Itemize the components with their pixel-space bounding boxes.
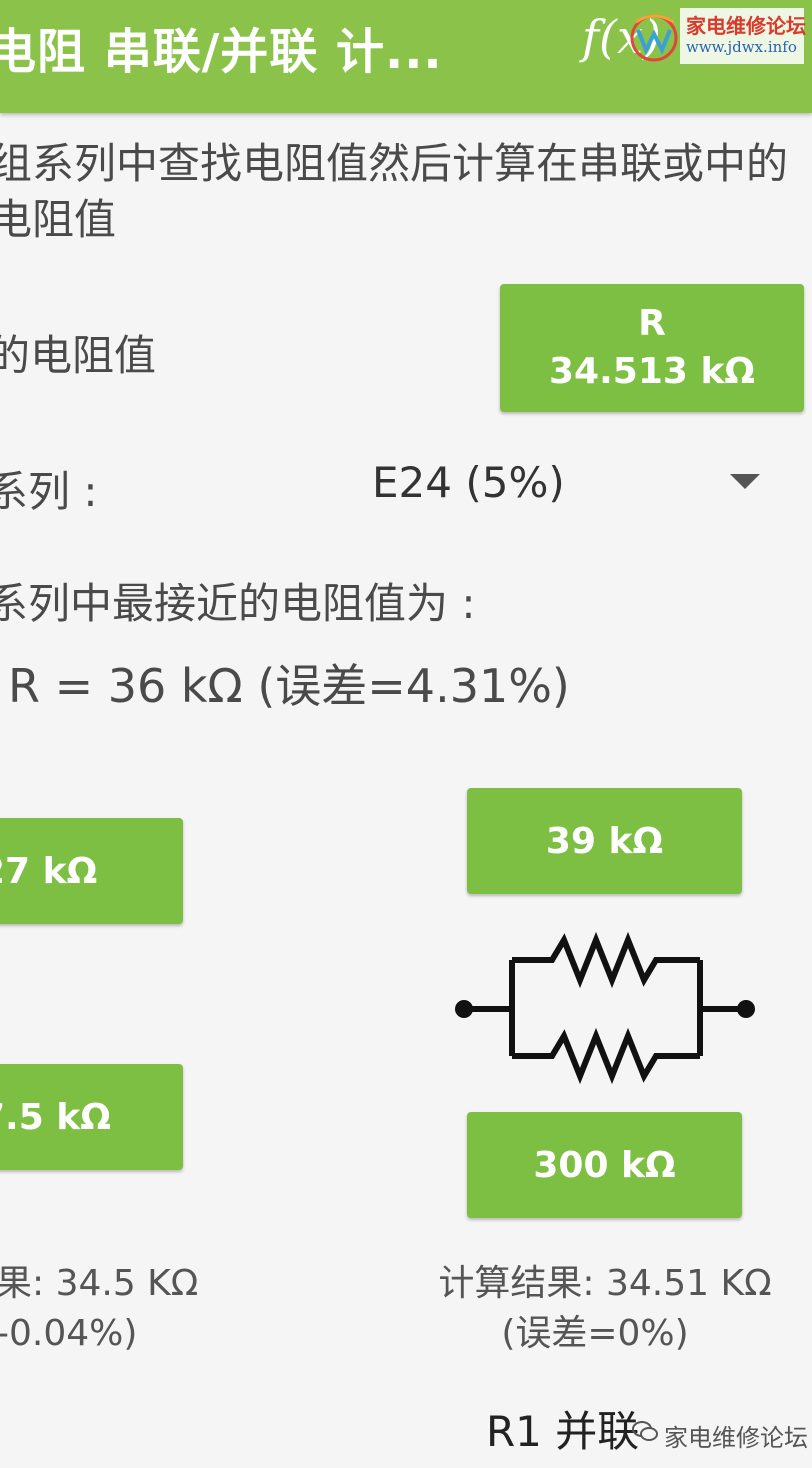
parallel-circuit-diagram xyxy=(455,931,755,1085)
series-r1-button[interactable]: 27 kΩ xyxy=(0,818,183,924)
footer-watermark: 家电维修论坛 xyxy=(664,1424,808,1452)
wechat-icon xyxy=(632,1421,658,1441)
parallel-r1-button[interactable]: 39 kΩ xyxy=(467,788,742,894)
parallel-result-line1: 计算结果: 34.51 KΩ xyxy=(438,1263,772,1304)
parallel-r2-button[interactable]: 300 kΩ xyxy=(467,1112,742,1218)
watermark-url: www.jdwx.info xyxy=(686,38,797,56)
app-bar: 电阻 串联/并联 计... f(x) 家电维修论坛 www.jdwx.info xyxy=(0,0,812,113)
watermark-text: 家电维修论坛 xyxy=(686,14,806,38)
chevron-down-icon[interactable] xyxy=(730,474,760,489)
target-button-symbol: R xyxy=(638,303,666,344)
target-button-value: 34.513 kΩ xyxy=(549,351,755,392)
series-r1-value: 27 kΩ xyxy=(0,850,98,892)
nearest-value-text: R = 36 kΩ (误差=4.31%) xyxy=(8,659,570,713)
series-result-line2: -0.04%) xyxy=(0,1313,138,1354)
description-text: 组系列中查找电阻值然后计算在串联或中的电阻值 xyxy=(0,139,789,244)
parallel-r1-value: 39 kΩ xyxy=(545,820,664,862)
series-dropdown[interactable]: E24 (5%) xyxy=(372,458,565,507)
nearest-value-label: 系列中最接近的电阻值为 : xyxy=(0,579,476,628)
parallel-r2-value: 300 kΩ xyxy=(533,1144,676,1186)
series-r2-value: 7.5 kΩ xyxy=(0,1096,111,1138)
parallel-mode-dropdown[interactable]: R1 并联 xyxy=(486,1398,639,1459)
parallel-result-line2: (误差=0%) xyxy=(501,1313,689,1354)
target-resistance-label: 的电阻值 xyxy=(0,331,157,380)
series-r2-button[interactable]: 7.5 kΩ xyxy=(0,1064,183,1170)
series-label: 系列 : xyxy=(0,467,98,516)
series-result-line1: 果: 34.5 KΩ xyxy=(0,1263,199,1304)
app-title: 电阻 串联/并联 计... xyxy=(0,24,443,80)
target-resistance-button[interactable]: R 34.513 kΩ xyxy=(500,284,804,412)
